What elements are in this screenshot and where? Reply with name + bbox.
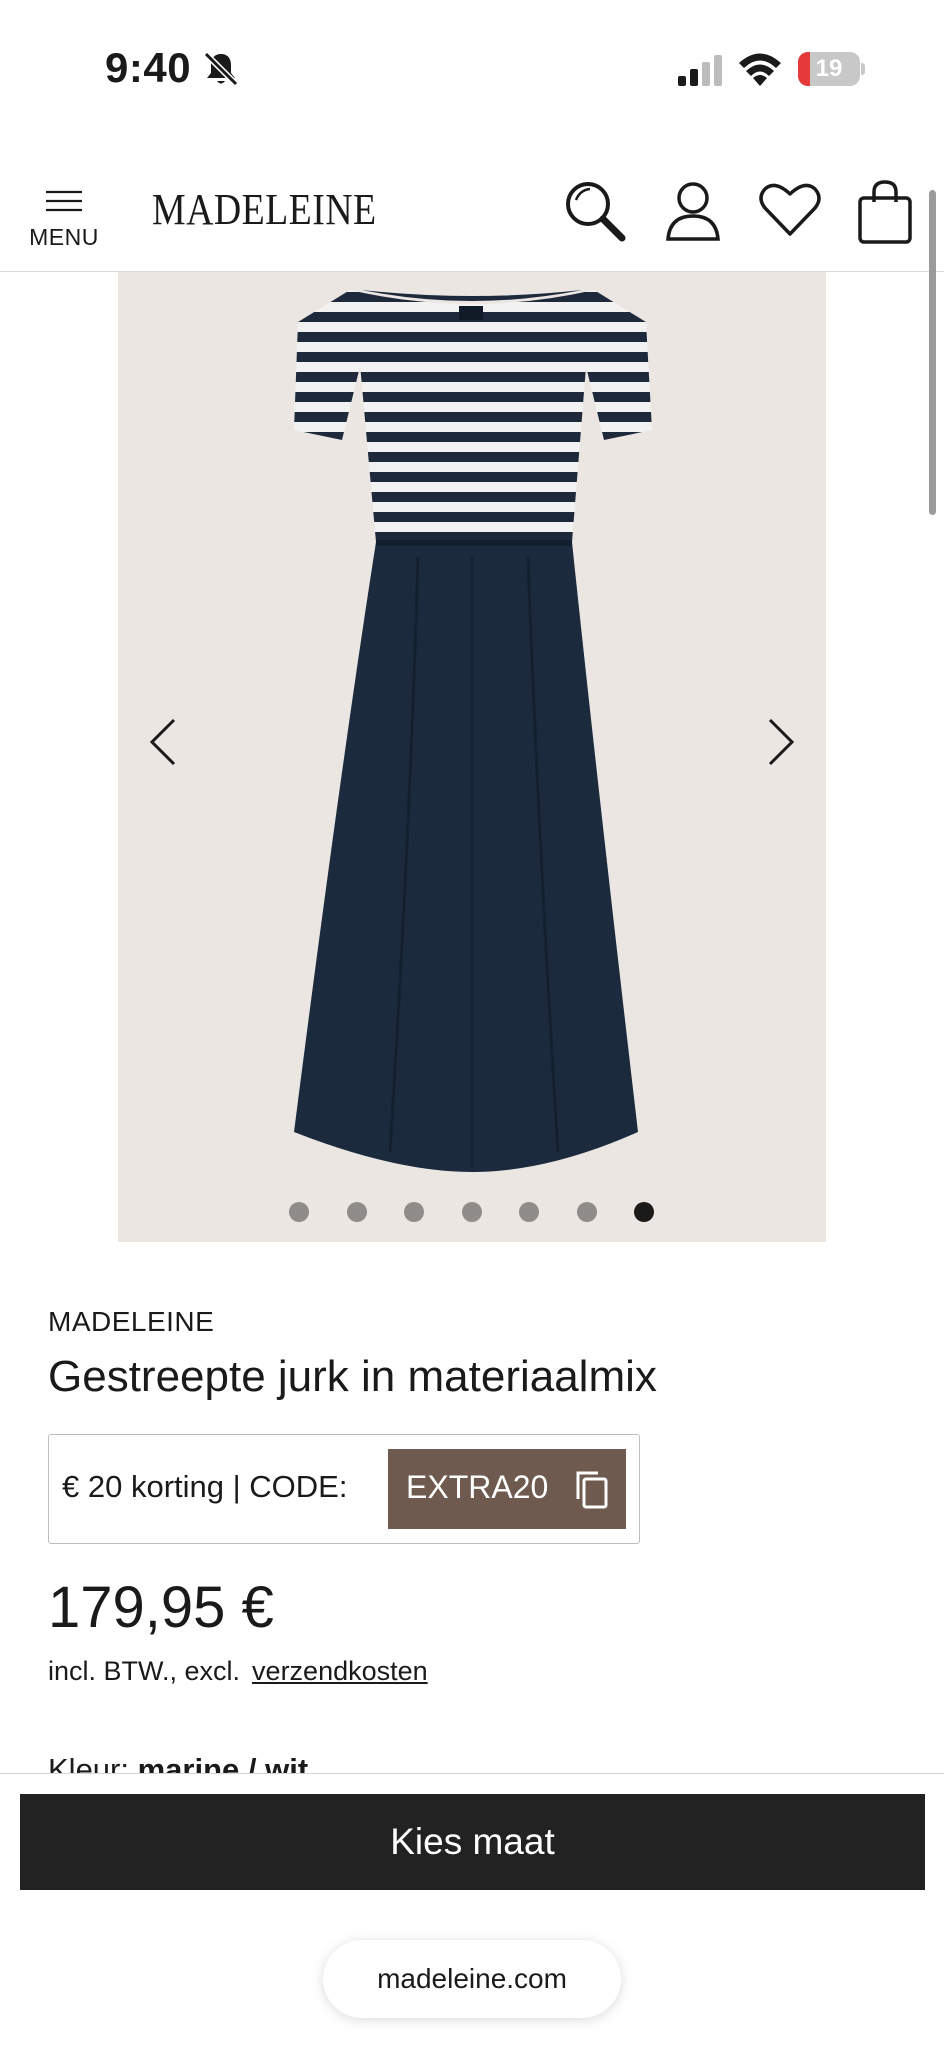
search-icon[interactable] — [560, 176, 630, 246]
product-title: Gestreepte jurk in materiaalmix — [48, 1352, 657, 1401]
wishlist-heart-icon[interactable] — [755, 176, 825, 246]
chevron-left-icon — [149, 718, 176, 766]
page-scrollbar[interactable] — [929, 190, 936, 515]
product-price: 179,95 € — [48, 1575, 274, 1640]
menu-button[interactable]: MENU — [26, 174, 106, 254]
carousel-dot[interactable] — [576, 1202, 597, 1222]
battery-icon: 19 — [798, 52, 865, 86]
shipping-costs-link[interactable]: verzendkosten — [252, 1656, 428, 1686]
copy-icon — [576, 1471, 608, 1509]
wifi-icon — [739, 53, 781, 86]
next-image-button[interactable] — [748, 702, 808, 782]
product-image — [294, 290, 652, 1172]
brand-logo[interactable]: MADELEINE — [152, 184, 377, 235]
choose-size-button[interactable]: Kies maat — [20, 1794, 925, 1890]
carousel-dot[interactable] — [289, 1202, 309, 1222]
tax-info: incl. BTW., excl. verzendkosten — [48, 1656, 428, 1687]
battery-cap — [861, 63, 865, 75]
carousel-dots — [118, 1202, 826, 1222]
browser-url-bar[interactable]: madeleine.com — [323, 1940, 621, 2018]
promo-text: € 20 korting | CODE: — [62, 1469, 348, 1504]
carousel-dot[interactable] — [634, 1202, 654, 1222]
copy-code-button[interactable]: EXTRA20 — [388, 1449, 626, 1529]
product-image-gallery[interactable] — [118, 272, 826, 1242]
sticky-footer: Kies maat madeleine.com — [0, 1773, 944, 2048]
carousel-dot[interactable] — [519, 1202, 539, 1222]
status-bar: 9:40 19 — [0, 0, 944, 140]
battery-level: 19 — [815, 55, 843, 82]
color-label: Kleur: — [48, 1752, 129, 1774]
hamburger-icon — [46, 190, 82, 212]
battery-body: 19 — [798, 52, 860, 86]
previous-image-button[interactable] — [136, 702, 196, 782]
bell-slash-icon — [203, 51, 239, 87]
carousel-dot[interactable] — [461, 1202, 482, 1222]
color-selection: Kleur: marine / wit — [48, 1752, 308, 1774]
tax-text: incl. BTW., excl. — [48, 1656, 241, 1686]
promo-banner: € 20 korting | CODE: EXTRA20 — [48, 1434, 640, 1544]
promo-code: EXTRA20 — [406, 1469, 549, 1505]
account-icon[interactable] — [658, 176, 728, 246]
site-header: MENU MADELEINE — [0, 160, 944, 272]
chevron-right-icon — [768, 718, 795, 766]
color-value: marine / wit — [137, 1752, 309, 1774]
signal-icon — [678, 55, 722, 86]
carousel-dot[interactable] — [346, 1202, 367, 1222]
carousel-dot[interactable] — [404, 1202, 424, 1222]
menu-label: MENU — [29, 224, 99, 250]
status-time: 9:40 — [105, 44, 192, 91]
product-brand[interactable]: MADELEINE — [48, 1306, 214, 1338]
shopping-bag-icon[interactable] — [850, 176, 920, 246]
